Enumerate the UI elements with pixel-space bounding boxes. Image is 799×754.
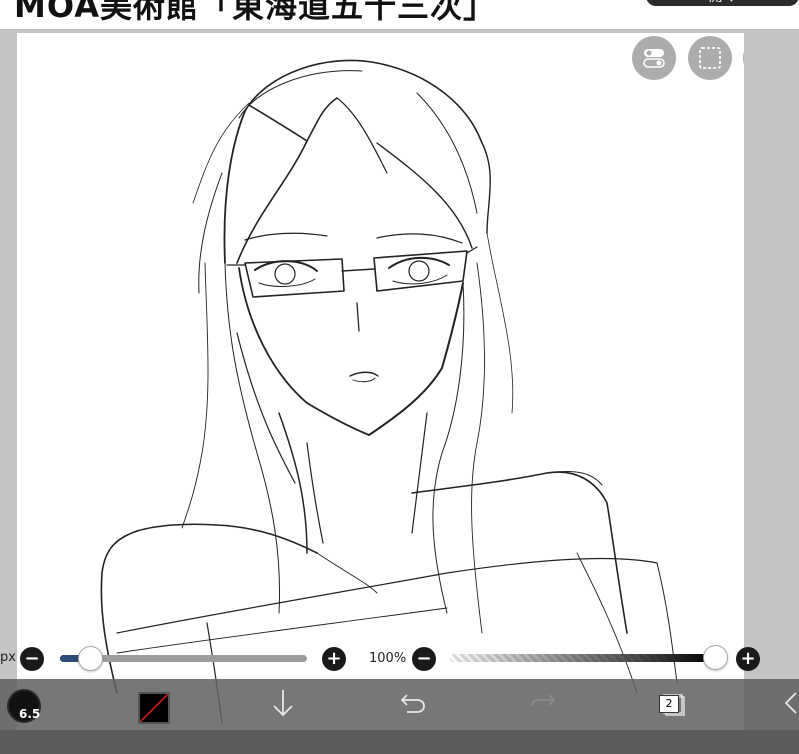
size-unit-label: px	[0, 650, 16, 665]
current-color-icon	[140, 694, 168, 722]
opacity-value-label: 100%	[369, 651, 407, 666]
minus-icon: −	[416, 648, 432, 669]
selection-button[interactable]	[688, 36, 732, 80]
workspace-margin	[744, 33, 799, 730]
redo-button[interactable]	[528, 679, 558, 731]
brush-size-slider[interactable]	[60, 646, 307, 671]
color-picker-button[interactable]	[138, 692, 170, 724]
drawing-app: MOA美術館「東海道五十三次」 開く	[0, 0, 799, 754]
bottom-toolbar: 6.5 2	[0, 679, 799, 731]
redo-icon	[529, 692, 557, 718]
arrow-down-icon	[271, 688, 295, 722]
back-arrow-icon	[782, 688, 799, 722]
brush-size-value: 6.5	[19, 707, 41, 721]
undo-button[interactable]	[398, 679, 428, 731]
size-decrease-button[interactable]: −	[20, 647, 44, 671]
drawing-canvas[interactable]	[17, 33, 744, 730]
plus-icon: +	[740, 648, 756, 669]
brush-size-handle[interactable]	[77, 646, 103, 671]
open-button[interactable]: 開く	[646, 0, 799, 6]
toggle-view-button[interactable]	[632, 36, 676, 80]
opacity-slider[interactable]	[450, 645, 728, 670]
brush-sliders: px − + 100% − +	[0, 644, 799, 674]
minus-icon: −	[24, 648, 40, 669]
page-title: MOA美術館「東海道五十三次」	[14, 0, 496, 25]
opacity-decrease-button[interactable]: −	[412, 647, 436, 671]
plus-icon: +	[326, 648, 342, 669]
back-button[interactable]	[782, 679, 799, 731]
header-bar: MOA美術館「東海道五十三次」 開く	[0, 0, 799, 30]
layer-count: 2	[659, 695, 679, 713]
undo-icon	[399, 692, 427, 718]
toggle-switch-icon	[641, 47, 667, 69]
sketch-drawing	[100, 59, 678, 724]
size-increase-button[interactable]: +	[322, 647, 346, 671]
opacity-handle[interactable]	[703, 645, 728, 670]
dashed-selection-icon	[698, 46, 722, 70]
opacity-increase-button[interactable]: +	[736, 647, 760, 671]
transfer-down-button[interactable]	[268, 679, 298, 731]
bottom-margin	[0, 730, 799, 754]
